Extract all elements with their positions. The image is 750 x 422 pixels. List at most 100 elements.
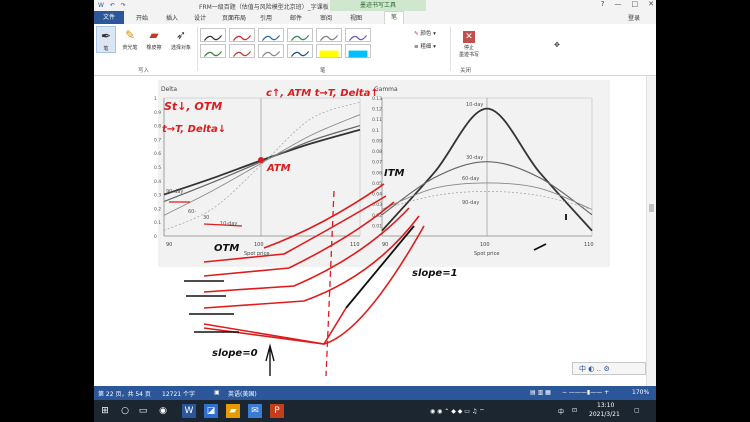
ink-short-stroke	[533, 243, 547, 251]
close-button[interactable]: ✕	[648, 0, 654, 8]
view-buttons[interactable]: ▤ ▥ ▦	[530, 389, 551, 396]
pen-swatch[interactable]	[200, 28, 226, 42]
scroll-thumb[interactable]	[649, 204, 654, 212]
y-tick-label: 0.1	[372, 128, 379, 134]
delta-xtick-110: 110	[350, 242, 360, 248]
page-indicator[interactable]: 第 22 页，共 54 页	[98, 389, 151, 398]
context-tab-label: 墨迹书写工具	[330, 0, 426, 11]
gamma-xtick-100: 100	[480, 242, 490, 248]
y-tick-label: 0.07	[372, 160, 382, 166]
pen-button[interactable]: ✒ 笔	[96, 26, 116, 53]
minimize-button[interactable]: —	[615, 0, 622, 8]
delta-series-label-60: 60-	[188, 209, 196, 215]
y-tick-label: 1	[154, 96, 157, 102]
gamma-series-label-90: 90-day	[462, 200, 479, 206]
powerpoint-icon[interactable]: P	[270, 404, 284, 418]
taskbar: ⊞ ○ ▭ ◉ W ◪ ▰ ✉ P ◉ ◉ ⌃ ◆ ◆ ▭ ♫ ⌔ 中 ⊡ 13…	[94, 400, 656, 422]
clock-time[interactable]: 13:10	[597, 402, 614, 409]
language-indicator[interactable]: 英语(美国)	[228, 389, 257, 398]
tab-file[interactable]: 文件	[94, 11, 124, 24]
pen-group-label: 笔	[320, 68, 326, 74]
clock-date[interactable]: 2021/3/21	[589, 411, 620, 418]
thickness-button[interactable]: ≡ 粗细 ▾	[414, 42, 436, 50]
delta-series-label-30: 30	[203, 215, 209, 221]
quick-access-toolbar[interactable]: W ↶ ↷	[98, 2, 128, 9]
obs-icon[interactable]: ◉	[156, 404, 170, 418]
y-tick-label: 0.12	[372, 107, 382, 113]
pen-swatch[interactable]	[316, 44, 342, 58]
y-tick-label: 0.01	[372, 223, 382, 229]
y-tick-label: 0.9	[154, 110, 161, 116]
gamma-series-label-30: 30-day	[466, 155, 483, 161]
y-tick-label: 0.7	[154, 137, 161, 143]
pen-swatch[interactable]	[345, 28, 371, 42]
y-tick-label: 0	[154, 234, 157, 240]
color-button[interactable]: ✎ 颜色 ▾	[414, 29, 436, 37]
pen-swatch[interactable]	[229, 28, 255, 42]
tray-ime-lang[interactable]: 中	[558, 407, 564, 416]
tab-pen[interactable]: 笔	[384, 11, 405, 24]
thickness-icon: ≡	[414, 44, 419, 50]
tab-references[interactable]: 引用	[260, 13, 272, 22]
y-tick-label: 0.5	[154, 165, 161, 171]
task-view-icon[interactable]: ▭	[136, 404, 150, 418]
pen-swatch[interactable]	[345, 44, 371, 58]
charts-and-ink: 1 0.9 0.8 0.7 0.6 0.5 0.4 0.3 0.2 0.1 0 Delta 90 1…	[154, 86, 594, 377]
document-page[interactable]: 1 0.9 0.8 0.7 0.6 0.5 0.4 0.3 0.2 0.1 0 Delta 90 1…	[94, 76, 646, 386]
pen-swatch[interactable]	[287, 28, 313, 42]
ribbon: ✒ 笔 ✎ 荧光笔 ▰ 橡皮擦 ➶ 选择对象 写入 笔 ✎ 颜色 ▾ ≡ 粗细 …	[94, 24, 656, 76]
tab-mailings[interactable]: 邮件	[290, 13, 302, 22]
stop-inking-button[interactable]: ✕ 停止 墨迹书写	[454, 26, 484, 58]
y-tick-label: 0.1	[154, 220, 161, 226]
tab-review[interactable]: 审阅	[320, 13, 332, 22]
notification-icon[interactable]: ▢	[634, 407, 640, 414]
ink-atm: ATM	[266, 163, 291, 174]
gamma-chart: 0.130.120.110.10.090.080.070.060.050.040…	[372, 86, 594, 257]
tray-extra-icon[interactable]: ⊡	[572, 407, 577, 414]
mail-icon[interactable]: ✉	[248, 404, 262, 418]
delta-series-label-90: 90-day	[166, 189, 183, 195]
tab-view[interactable]: 视图	[350, 13, 362, 22]
y-tick-label: 0.08	[372, 149, 382, 155]
ink-annotations: St↓, OTM t→T, Delta↓ c↑, ATM t→T, Delta↑…	[162, 88, 567, 377]
eraser-icon: ▰	[149, 28, 159, 42]
app-icon[interactable]: ◪	[204, 404, 218, 418]
y-tick-label: 0.8	[154, 124, 161, 130]
pen-swatch[interactable]	[316, 28, 342, 42]
tab-home[interactable]: 开始	[136, 13, 148, 22]
group-divider	[450, 27, 451, 71]
zoom-slider[interactable]: − ———▮—— +	[562, 389, 609, 396]
search-icon[interactable]: ○	[118, 404, 132, 418]
word-app-icon[interactable]: W	[182, 404, 196, 418]
pen-icon: ✒	[100, 29, 112, 43]
tray-icons[interactable]: ◉ ◉ ⌃ ◆ ◆ ▭ ♫ ⌔	[430, 407, 485, 415]
pen-swatch[interactable]	[287, 44, 313, 58]
proofing-icon[interactable]: ▣	[214, 389, 220, 396]
login-link[interactable]: 登录	[628, 13, 640, 22]
pen-swatch[interactable]	[258, 28, 284, 42]
word-count[interactable]: 12721 个字	[162, 389, 195, 398]
pen-swatch[interactable]	[258, 44, 284, 58]
tab-design[interactable]: 设计	[194, 13, 206, 22]
file-explorer-icon[interactable]: ▰	[226, 404, 240, 418]
pen-swatch[interactable]	[229, 44, 255, 58]
help-button[interactable]: ?	[601, 0, 605, 8]
tab-insert[interactable]: 插入	[166, 13, 178, 22]
maximize-button[interactable]: □	[632, 0, 639, 8]
delta-y-ticks: 1 0.9 0.8 0.7 0.6 0.5 0.4 0.3 0.2 0.1 0	[154, 96, 161, 240]
vertical-scrollbar[interactable]	[646, 76, 656, 386]
select-objects-button[interactable]: ➶ 选择对象	[168, 26, 194, 51]
tab-page-layout[interactable]: 页面布局	[222, 13, 246, 22]
y-tick-label: 0.04	[372, 192, 382, 198]
y-tick-label: 0.6	[154, 151, 161, 157]
pen-gallery	[200, 28, 405, 60]
highlighter-button[interactable]: ✎ 荧光笔	[120, 26, 140, 51]
y-tick-label: 0.06	[372, 170, 382, 176]
eraser-button[interactable]: ▰ 橡皮擦	[144, 26, 164, 51]
gamma-y-ticks: 0.130.120.110.10.090.080.070.060.050.040…	[372, 96, 382, 229]
ime-toolbar[interactable]: 中 ◐ ‥ ⚙	[572, 362, 646, 375]
zoom-level[interactable]: 170%	[632, 389, 649, 396]
start-icon[interactable]: ⊞	[98, 404, 112, 418]
pen-swatch[interactable]	[200, 44, 226, 58]
gamma-series-label-10: 10-day	[466, 102, 483, 108]
